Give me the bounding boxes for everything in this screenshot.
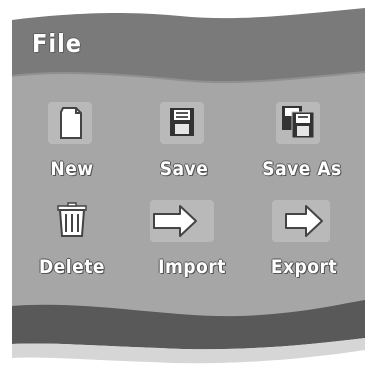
import-button[interactable]: Import	[142, 200, 242, 290]
arrow-right-icon	[272, 200, 330, 242]
export-button[interactable]: Export	[254, 200, 354, 290]
save-button[interactable]: Save	[134, 102, 234, 192]
save-as-label: Save As	[262, 158, 342, 180]
arrow-right-icon	[150, 200, 214, 242]
save-as-icon	[276, 102, 320, 144]
import-label: Import	[158, 256, 226, 278]
delete-label: Delete	[38, 256, 105, 278]
panel-title: File	[32, 29, 83, 58]
file-panel: File New Save Save As Delete Import Expo…	[0, 0, 375, 372]
export-label: Export	[270, 256, 338, 278]
new-label: New	[50, 158, 94, 180]
new-button[interactable]: New	[22, 102, 122, 192]
save-label: Save	[159, 158, 209, 180]
floppy-disk-icon	[160, 102, 204, 144]
save-as-button[interactable]: Save As	[252, 102, 352, 192]
new-document-icon	[48, 102, 92, 144]
trash-icon	[50, 200, 94, 242]
delete-button[interactable]: Delete	[22, 200, 122, 290]
